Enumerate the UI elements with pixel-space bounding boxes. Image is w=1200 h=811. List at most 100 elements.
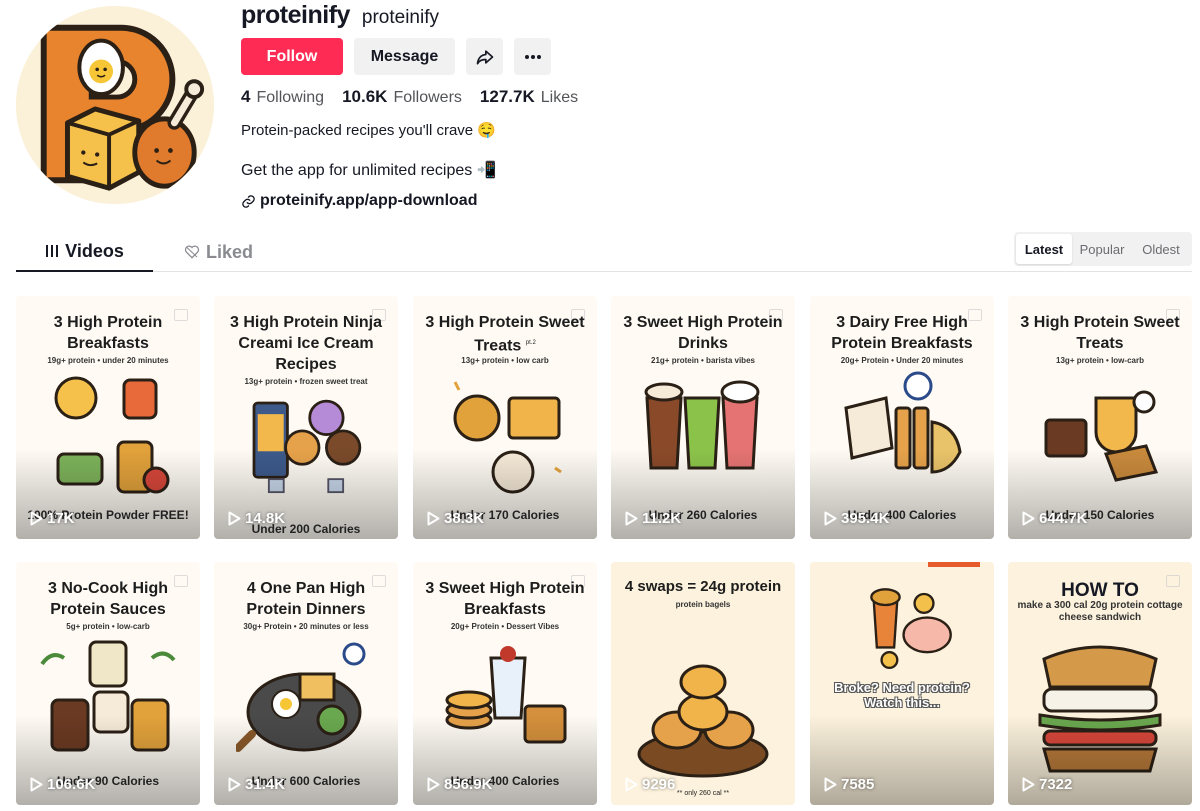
video-subtitle: 20g+ Protein • Dessert Vibes <box>450 622 560 631</box>
sort-oldest[interactable]: Oldest <box>1132 234 1190 264</box>
sort-popular[interactable]: Popular <box>1072 234 1132 264</box>
profile-names: proteinify proteinify <box>241 0 439 33</box>
video-subtitle: 21g+ protein • barista vibes <box>651 356 755 365</box>
stat-likes-count: 127.7K <box>479 87 535 106</box>
video-subtitle: 13g+ protein • low-carb <box>1056 356 1144 365</box>
video-title-text: 3 High Protein Sweet Treats <box>425 314 585 355</box>
play-count-value: 7585 <box>841 776 875 793</box>
play-count-value: 7322 <box>1039 776 1073 793</box>
play-count: 7322 <box>1022 776 1072 793</box>
profile-actions: Follow Message <box>241 38 551 75</box>
tab-liked-label: Liked <box>206 241 254 262</box>
play-icon <box>625 511 638 526</box>
tab-liked[interactable]: Liked <box>184 232 254 272</box>
video-subtitle: 13g+ protein • frozen sweet treat <box>244 377 368 386</box>
video-subtitle: 30g+ Protein • 20 minutes or less <box>243 622 369 631</box>
video-overlay-text: Broke? Need protein? Watch this... <box>834 680 970 710</box>
video-title: 3 Sweet High Protein Breakfasts <box>425 580 585 618</box>
video-card[interactable]: 4 swaps = 24g protein protein bagels ** … <box>611 562 795 805</box>
play-count-value: 856.9K <box>444 776 493 793</box>
share-icon <box>476 49 493 64</box>
video-card[interactable]: 3 High Protein Breakfasts 19g+ protein •… <box>16 296 200 539</box>
stat-followers-count: 10.6K <box>342 87 388 106</box>
profile-avatar[interactable] <box>16 6 214 204</box>
card-corner-tag <box>928 562 980 567</box>
link-icon <box>242 194 255 208</box>
sort-latest[interactable]: Latest <box>1016 234 1072 264</box>
video-card[interactable]: 3 High Protein Ninja Creami Ice Cream Re… <box>214 296 398 539</box>
video-title: 3 High Protein Sweet Treats <box>1020 314 1180 352</box>
video-card[interactable]: 4 One Pan High Protein Dinners 30g+ Prot… <box>214 562 398 805</box>
profile-bio-line-1: Protein-packed recipes you'll crave 🤤 <box>241 122 496 139</box>
tab-videos[interactable]: Videos <box>16 232 153 272</box>
play-icon <box>824 511 837 526</box>
profile-bio-line-2: Get the app for unlimited recipes 📲 <box>241 162 497 179</box>
video-card[interactable]: HOW TO make a 300 cal 20g protein cottag… <box>1008 562 1192 805</box>
stat-following-label: Following <box>256 89 325 106</box>
play-count-value: 644.7K <box>1039 510 1088 527</box>
video-title: 3 High Protein Sweet Treats pt.2 <box>417 312 593 356</box>
more-options-button[interactable] <box>514 38 551 75</box>
stat-following[interactable]: 4 Following <box>241 87 324 107</box>
video-subtitle: 20g+ Protein • Under 20 minutes <box>840 356 964 365</box>
video-card[interactable]: 3 Dairy Free High Protein Breakfasts 20g… <box>810 296 994 539</box>
video-subtitle: protein bagels <box>675 600 731 609</box>
stat-following-count: 4 <box>241 87 251 106</box>
video-title: HOW TO <box>1061 580 1139 601</box>
play-count-value: 9296 <box>642 776 676 793</box>
profile-stats: 4 Following 10.6K Followers 127.7K Likes <box>241 87 596 107</box>
profile-nickname: proteinify <box>361 7 440 28</box>
video-card[interactable]: 3 High Protein Sweet Treats pt.2 13g+ pr… <box>413 296 597 539</box>
tab-videos-label: Videos <box>65 240 124 261</box>
video-title-note: pt.2 <box>525 340 536 346</box>
video-grid: 3 High Protein Breakfasts 19g+ protein •… <box>16 296 1192 811</box>
play-count: 7585 <box>824 776 874 793</box>
play-count: 9296 <box>625 776 675 793</box>
stat-followers[interactable]: 10.6K Followers <box>342 87 462 107</box>
video-title: 3 Dairy Free High Protein Breakfasts <box>831 314 973 352</box>
play-count-value: 11.2K <box>642 510 682 527</box>
video-card[interactable]: 3 No-Cook High Protein Sauces 5g+ protei… <box>16 562 200 805</box>
play-icon <box>1022 777 1035 792</box>
more-icon <box>524 54 541 59</box>
stat-followers-label: Followers <box>393 89 462 106</box>
play-count-value: 106.6K <box>47 776 96 793</box>
video-card[interactable]: 3 High Protein Sweet Treats 13g+ protein… <box>1008 296 1192 539</box>
play-icon <box>824 777 837 792</box>
profile-link-text: proteinify.app/app-download <box>260 192 478 209</box>
video-card[interactable]: 3 Sweet High Protein Drinks 21g+ protein… <box>611 296 795 539</box>
video-subtitle: 19g+ protein • under 20 minutes <box>47 356 169 365</box>
video-title: 3 No-Cook High Protein Sauces <box>48 580 168 618</box>
video-title: 4 One Pan High Protein Dinners <box>246 580 366 618</box>
message-button[interactable]: Message <box>354 38 455 75</box>
play-count-value: 38.3K <box>444 510 485 527</box>
proteinify-logo <box>16 6 214 204</box>
stat-likes: 127.7K Likes <box>480 87 578 107</box>
video-card[interactable]: 3 Sweet High Protein Breakfasts 20g+ Pro… <box>413 562 597 805</box>
play-count: 106.6K <box>30 776 95 793</box>
play-icon <box>228 777 241 792</box>
share-button[interactable] <box>466 38 503 75</box>
play-count: 14.8K <box>228 510 285 527</box>
play-count: 11.2K <box>625 510 681 527</box>
video-subtitle: make a 300 cal 20g protein cottage chees… <box>1017 600 1183 623</box>
video-subtitle: 13g+ protein • low carb <box>461 356 549 365</box>
sort-toggle: Latest Popular Oldest <box>1014 232 1192 266</box>
video-title: 3 High Protein Breakfasts <box>53 314 163 352</box>
profile-link[interactable]: proteinify.app/app-download <box>241 192 477 210</box>
follow-button[interactable]: Follow <box>241 38 343 75</box>
play-icon <box>30 777 43 792</box>
play-count-value: 395.4K <box>841 510 890 527</box>
video-title: 4 swaps = 24g protein <box>624 578 782 595</box>
grid-icon <box>46 245 59 257</box>
video-title: 3 Sweet High Protein Drinks <box>623 314 783 352</box>
play-icon <box>427 511 440 526</box>
video-card[interactable]: Broke? Need protein? Watch this... 7585 <box>810 562 994 805</box>
play-count: 856.9K <box>427 776 492 793</box>
stat-likes-label: Likes <box>540 89 579 106</box>
play-icon <box>625 777 638 792</box>
play-icon <box>427 777 440 792</box>
play-count: 644.7K <box>1022 510 1087 527</box>
play-icon <box>228 511 241 526</box>
video-title: 3 High Protein Ninja Creami Ice Cream Re… <box>229 314 382 373</box>
